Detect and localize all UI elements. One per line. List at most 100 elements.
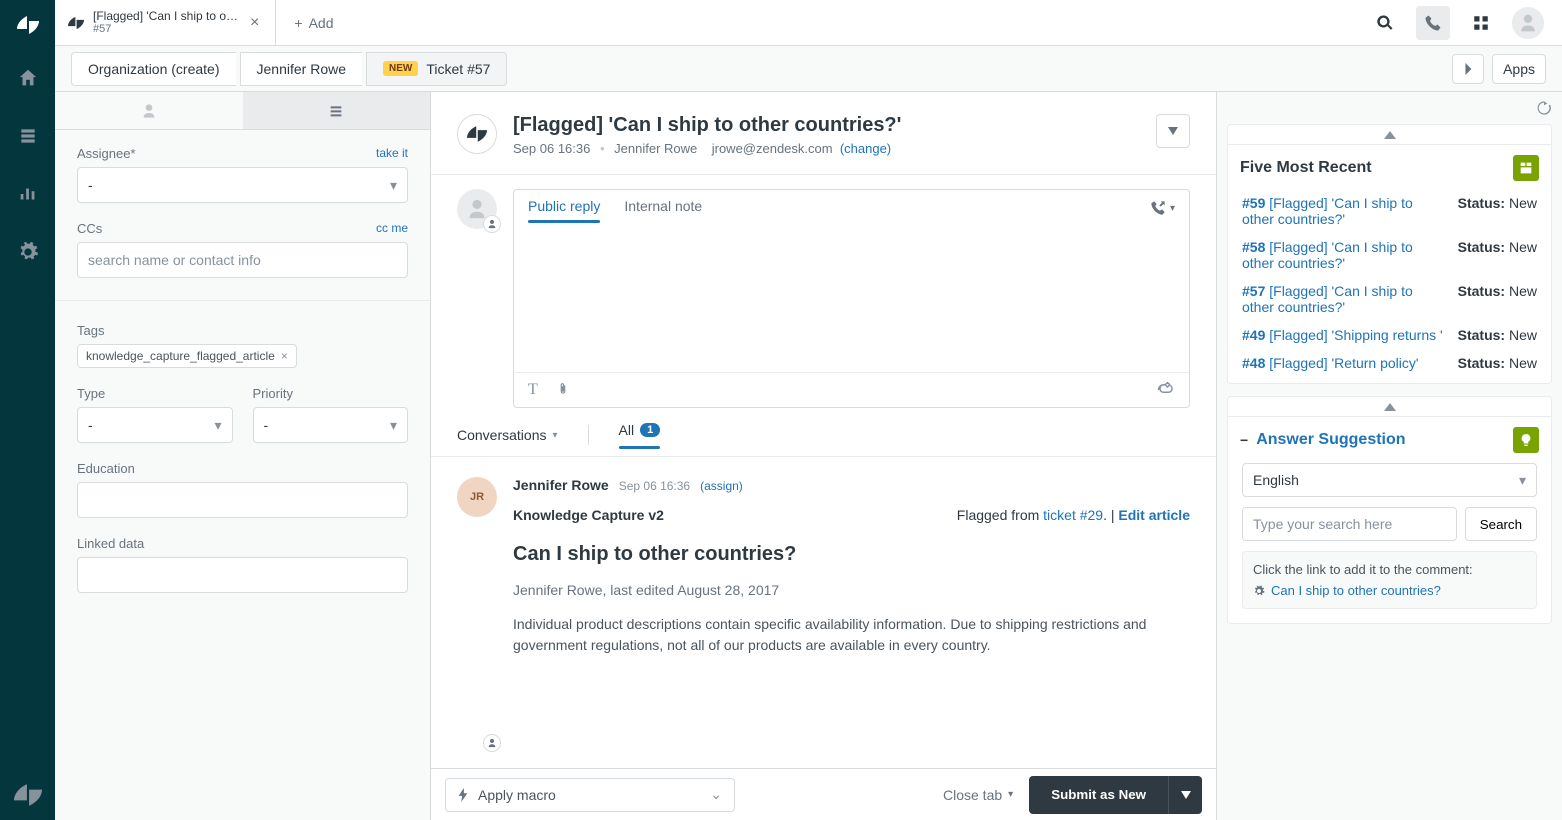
change-requester-link[interactable]: (change) bbox=[840, 141, 891, 156]
tab-subtitle: #57 bbox=[93, 23, 238, 36]
close-tab-button[interactable]: Close tab ▾ bbox=[943, 787, 1013, 803]
next-ticket-button[interactable] bbox=[1452, 54, 1484, 84]
ccs-input[interactable] bbox=[77, 242, 408, 278]
conv-all-label: All bbox=[619, 422, 635, 438]
ticket-icon bbox=[67, 14, 85, 32]
apps-toggle-button[interactable]: Apps bbox=[1492, 54, 1546, 84]
recent-ticket-row: #49 [Flagged] 'Shipping returns 'Status:… bbox=[1242, 327, 1537, 343]
call-button[interactable]: ▾ bbox=[1150, 200, 1175, 216]
type-select[interactable]: - ▾ bbox=[77, 407, 233, 443]
context-bar: Organization (create) Jennifer Rowe NEW … bbox=[55, 46, 1562, 92]
lightbulb-icon bbox=[1513, 427, 1539, 453]
answer-search-input[interactable] bbox=[1242, 507, 1457, 541]
recent-ticket-link[interactable]: #49 [Flagged] 'Shipping returns ' bbox=[1242, 327, 1444, 343]
suggested-article-link[interactable]: Can I ship to other countries? bbox=[1253, 583, 1526, 598]
views-icon[interactable] bbox=[10, 118, 46, 154]
hint-text: Click the link to add it to the comment: bbox=[1253, 562, 1526, 577]
recent-ticket-link[interactable]: #59 [Flagged] 'Can I ship to other count… bbox=[1242, 195, 1444, 227]
agent-badge-icon bbox=[483, 215, 501, 233]
context-user[interactable]: Jennifer Rowe bbox=[240, 52, 363, 86]
home-icon[interactable] bbox=[10, 60, 46, 96]
ccs-label: CCs bbox=[77, 221, 102, 236]
type-label: Type bbox=[77, 386, 105, 401]
hint-link-text: Can I ship to other countries? bbox=[1271, 583, 1441, 598]
chevron-down-icon: ▾ bbox=[553, 430, 558, 441]
minus-icon[interactable]: − bbox=[1240, 432, 1248, 448]
tab-title: [Flagged] 'Can I ship to o… bbox=[93, 9, 238, 23]
recent-ticket-status: Status: New bbox=[1458, 355, 1537, 371]
answer-search-button[interactable]: Search bbox=[1465, 507, 1537, 541]
editor-body[interactable] bbox=[514, 222, 1189, 372]
chevron-up-icon bbox=[1384, 131, 1396, 139]
left-nav-rail bbox=[0, 0, 55, 820]
reporting-icon[interactable] bbox=[10, 176, 46, 212]
collapse-toggle[interactable] bbox=[1228, 125, 1551, 145]
ticket-properties-panel: Assignee* take it - ▾ CCs cc me bbox=[55, 92, 431, 820]
assign-link[interactable]: (assign) bbox=[700, 479, 743, 493]
requester-tab[interactable] bbox=[55, 92, 243, 129]
priority-select[interactable]: - ▾ bbox=[253, 407, 409, 443]
apps-grid-icon[interactable] bbox=[1464, 6, 1498, 40]
agent-badge-icon bbox=[483, 734, 501, 752]
refresh-apps-icon[interactable] bbox=[1536, 100, 1552, 116]
admin-gear-icon[interactable] bbox=[10, 234, 46, 270]
ccs-field: CCs cc me bbox=[77, 221, 408, 278]
phone-outgoing-icon bbox=[1150, 200, 1166, 216]
context-ticket-label: Ticket #57 bbox=[426, 61, 490, 77]
recent-ticket-link[interactable]: #58 [Flagged] 'Can I ship to other count… bbox=[1242, 239, 1444, 271]
text-format-icon[interactable]: T bbox=[528, 381, 538, 399]
conv-count: 1 bbox=[640, 423, 660, 437]
collapse-toggle[interactable] bbox=[1228, 397, 1551, 417]
ticket-meta: Sep 06 16:36 • Jennifer Rowe jrowe@zende… bbox=[513, 141, 901, 156]
assignee-value: - bbox=[88, 177, 93, 193]
search-icon[interactable] bbox=[1368, 6, 1402, 40]
linked-data-input[interactable] bbox=[77, 557, 408, 593]
tag-chip[interactable]: knowledge_capture_flagged_article × bbox=[77, 344, 297, 368]
context-organization[interactable]: Organization (create) bbox=[71, 52, 236, 86]
apply-macro-button[interactable]: Apply macro ⌄ bbox=[445, 778, 735, 812]
internal-note-tab[interactable]: Internal note bbox=[624, 198, 702, 222]
zendesk-logo-icon bbox=[15, 12, 41, 38]
close-icon[interactable]: × bbox=[246, 12, 263, 34]
conversation-event: JR Jennifer Rowe Sep 06 16:36 (assign) K… bbox=[431, 457, 1216, 768]
recent-ticket-row: #57 [Flagged] 'Can I ship to other count… bbox=[1242, 283, 1537, 315]
ticket-footer: Apply macro ⌄ Close tab ▾ Submit as New bbox=[431, 768, 1216, 820]
language-select[interactable]: English ▾ bbox=[1242, 463, 1537, 497]
edit-article-link[interactable]: Edit article bbox=[1118, 507, 1190, 523]
take-it-link[interactable]: take it bbox=[376, 146, 408, 161]
ticket-share-icon[interactable] bbox=[1157, 382, 1175, 398]
submit-button[interactable]: Submit as New bbox=[1029, 776, 1168, 814]
five-most-recent-app: Five Most Recent #59 [Flagged] 'Can I sh… bbox=[1227, 124, 1552, 384]
chevron-down-icon: ▾ bbox=[1008, 789, 1013, 800]
tab-ticket-57[interactable]: [Flagged] 'Can I ship to o… #57 × bbox=[55, 0, 276, 46]
chevron-down-icon: ▾ bbox=[1519, 472, 1526, 489]
recent-ticket-link[interactable]: #57 [Flagged] 'Can I ship to other count… bbox=[1242, 283, 1444, 315]
assignee-select[interactable]: - ▾ bbox=[77, 167, 408, 203]
submit-dropdown[interactable] bbox=[1168, 776, 1202, 814]
channel-icon bbox=[457, 114, 497, 154]
plus-icon: + bbox=[294, 15, 302, 31]
linked-data-field: Linked data bbox=[77, 536, 408, 593]
profile-avatar[interactable] bbox=[1512, 7, 1544, 39]
conversation-tab-all[interactable]: All 1 bbox=[619, 422, 661, 448]
public-reply-tab[interactable]: Public reply bbox=[528, 198, 600, 222]
phone-icon[interactable] bbox=[1416, 6, 1450, 40]
linked-data-label: Linked data bbox=[77, 536, 144, 551]
ticket-fields-tab[interactable] bbox=[243, 92, 431, 129]
chevron-down-icon bbox=[1168, 127, 1178, 135]
ticket-actions-button[interactable] bbox=[1156, 114, 1190, 148]
recent-ticket-link[interactable]: #48 [Flagged] 'Return policy' bbox=[1242, 355, 1444, 371]
context-ticket[interactable]: NEW Ticket #57 bbox=[366, 52, 507, 86]
source-ticket-link[interactable]: ticket #29 bbox=[1043, 507, 1103, 523]
reply-editor: Public reply Internal note ▾ bbox=[513, 189, 1190, 408]
add-tab-button[interactable]: + Add bbox=[276, 15, 351, 31]
assignee-field: Assignee* take it - ▾ bbox=[77, 146, 408, 203]
answer-app-title[interactable]: Answer Suggestion bbox=[1256, 431, 1405, 449]
cc-me-link[interactable]: cc me bbox=[376, 221, 408, 236]
conversations-dropdown[interactable]: Conversations ▾ bbox=[457, 427, 558, 443]
remove-tag-icon[interactable]: × bbox=[281, 349, 288, 363]
ticket-date: Sep 06 16:36 bbox=[513, 141, 590, 156]
attachment-icon[interactable] bbox=[556, 381, 570, 399]
type-field: Type - ▾ bbox=[77, 386, 233, 443]
education-input[interactable] bbox=[77, 482, 408, 518]
